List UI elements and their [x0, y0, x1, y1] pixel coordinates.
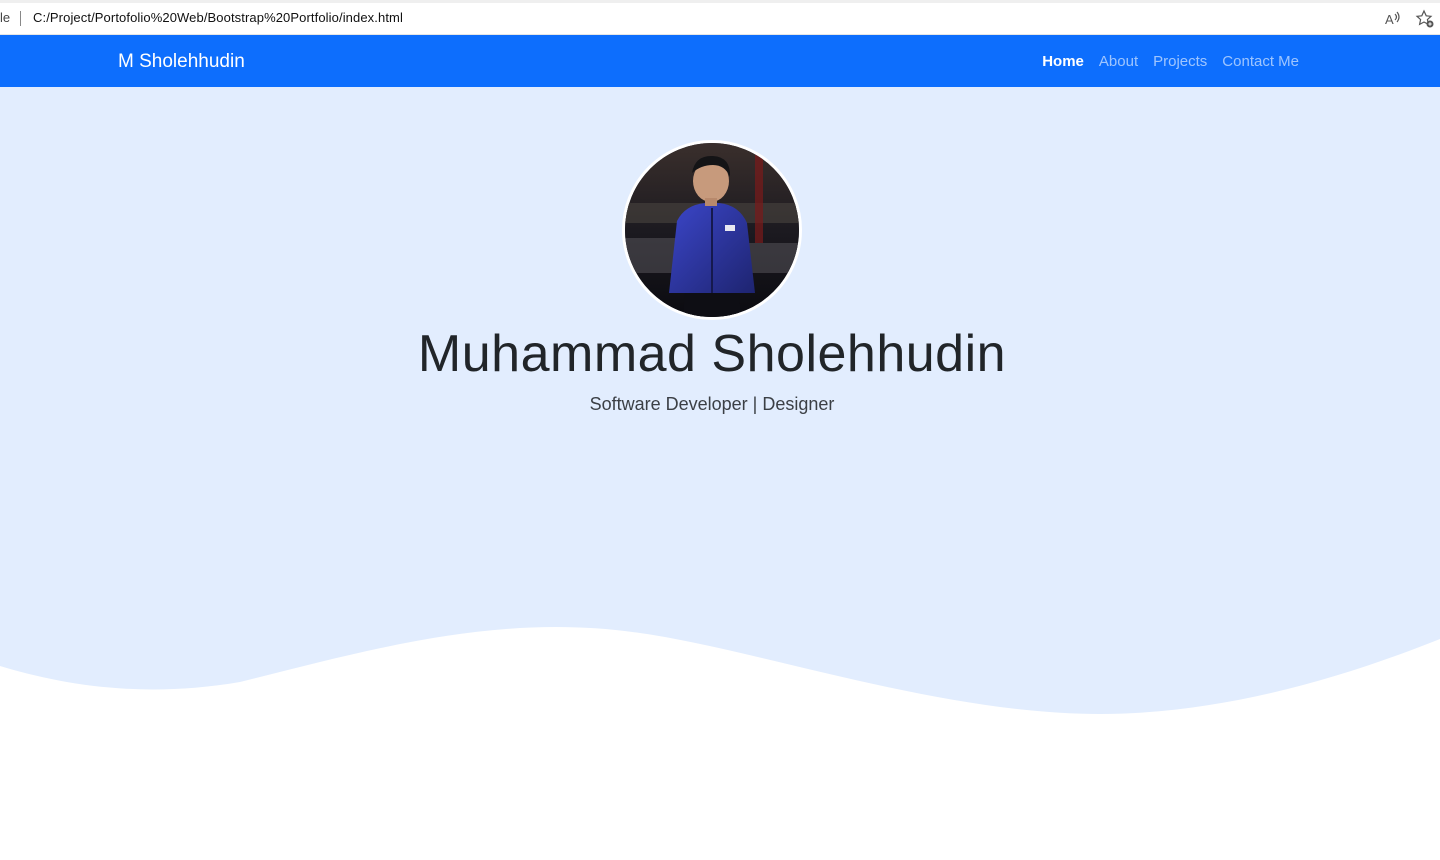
add-favorite-icon[interactable]: [1415, 9, 1435, 29]
address-separator: [20, 11, 21, 26]
nav-link-about[interactable]: About: [1099, 53, 1138, 70]
hero-name: Muhammad Sholehhudin: [417, 325, 1007, 383]
hero-section: Muhammad Sholehhudin Software Developer …: [0, 87, 1440, 860]
navbar: M Sholehhudin Home About Projects Contac…: [0, 35, 1440, 87]
nav-links: Home About Projects Contact Me: [1042, 53, 1299, 70]
navbar-brand[interactable]: M Sholehhudin: [118, 51, 245, 73]
profile-avatar: [622, 140, 802, 320]
address-prefix: le: [0, 10, 11, 25]
nav-link-home[interactable]: Home: [1042, 53, 1084, 70]
nav-link-projects[interactable]: Projects: [1153, 53, 1207, 70]
browser-address-bar: le C:/Project/Portofolio%20Web/Bootstrap…: [0, 0, 1440, 35]
svg-text:A: A: [1385, 12, 1394, 27]
nav-link-contact-me[interactable]: Contact Me: [1222, 53, 1299, 70]
read-aloud-icon[interactable]: A: [1383, 9, 1403, 29]
address-url-field[interactable]: C:/Project/Portofolio%20Web/Bootstrap%20…: [33, 10, 403, 25]
hero-subtitle: Software Developer | Designer: [589, 394, 835, 414]
